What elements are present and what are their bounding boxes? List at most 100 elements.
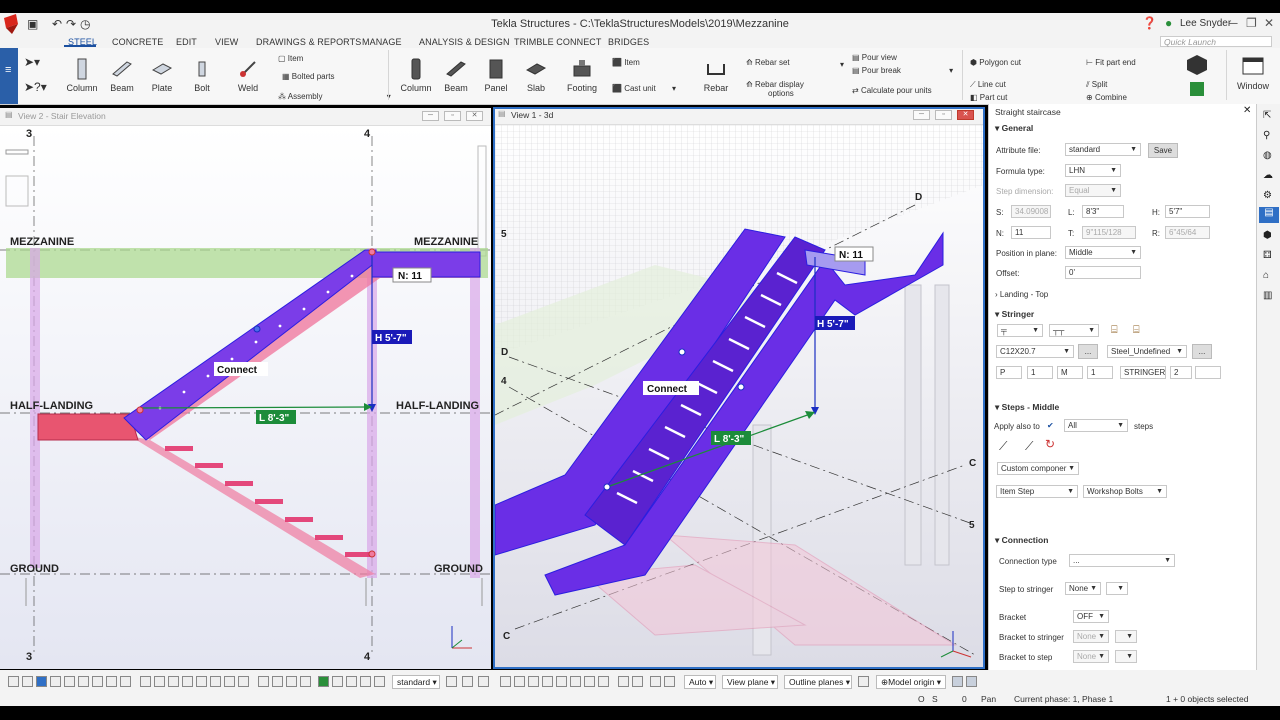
material-browse-button[interactable]: ... [1192, 344, 1212, 359]
step-dimension-select[interactable]: Equal [1065, 184, 1121, 197]
l-field[interactable]: 8'3" [1082, 205, 1124, 218]
prefix-p-field[interactable]: P [996, 366, 1022, 379]
step-to-stringer-select[interactable]: None [1065, 582, 1101, 595]
polygon-cut-button[interactable]: ⬢ Polygon cut [970, 58, 1021, 67]
workshop-bolts-select[interactable]: Workshop Bolts [1083, 485, 1167, 498]
view1-canvas[interactable]: D 5 D 4 C 5 C N: 11 H 5'-7" Connect L 8'… [495, 125, 983, 667]
snap-mode-icon[interactable] [500, 676, 511, 687]
coordinate-icon[interactable] [966, 676, 977, 687]
section-stringer[interactable]: ▾ Stringer [995, 309, 1034, 320]
connect-label[interactable]: Connect [217, 365, 258, 376]
filter-icon[interactable] [462, 676, 473, 687]
snap-tool-icon[interactable] [346, 676, 357, 687]
snap-tool-icon[interactable] [140, 676, 151, 687]
section-steps-middle[interactable]: ▾ Steps - Middle [995, 402, 1059, 413]
select-tool-icon[interactable] [50, 676, 61, 687]
snap-mode-icon[interactable] [542, 676, 553, 687]
bracket-to-step-option-select[interactable] [1115, 650, 1137, 663]
components-icon[interactable]: ⚃ [1263, 250, 1275, 262]
select-tool-icon[interactable] [64, 676, 75, 687]
help-icon[interactable]: ❓ [1142, 16, 1157, 30]
help-query-icon[interactable]: ➤?▾ [24, 80, 47, 94]
l-label[interactable]: L 8'-3" [714, 434, 745, 445]
beam-button[interactable]: Beam [106, 58, 138, 93]
connect-label[interactable]: Connect [647, 384, 688, 395]
cast-unit-button[interactable]: ⬛ Cast unit ▾ [612, 84, 676, 93]
tab-concrete[interactable]: CONCRETE [112, 37, 163, 47]
view2-close-button[interactable]: ✕ [466, 111, 483, 121]
s-field[interactable]: 34.09008 [1011, 205, 1051, 218]
step-to-stringer-option-select[interactable] [1106, 582, 1128, 595]
concrete-beam-button[interactable]: Beam [440, 58, 472, 93]
user-name[interactable]: Lee Snyder [1180, 18, 1231, 29]
column-button[interactable]: Column [66, 58, 98, 93]
snap-mode-icon[interactable] [556, 676, 567, 687]
line-cut-button[interactable]: ⟋ Line cut [970, 80, 1006, 90]
attribute-file-select[interactable]: standard [1065, 143, 1141, 156]
handle-point[interactable] [678, 348, 686, 356]
pour-break-button[interactable]: ▤ Pour break ▾ [852, 66, 953, 75]
cloud-icon[interactable]: ☁ [1263, 170, 1275, 182]
tab-edit[interactable]: EDIT [176, 37, 197, 47]
select-tool-icon[interactable] [22, 676, 33, 687]
calculate-pour-units-button[interactable]: ⇄ Calculate pour units [852, 86, 932, 95]
outline-planes-select[interactable]: Outline planes ▾ [784, 675, 852, 689]
concrete-column-button[interactable]: Column [400, 58, 432, 93]
snap-tool-icon[interactable] [196, 676, 207, 687]
name-field[interactable]: STRINGER [1120, 366, 1166, 379]
handle-point[interactable] [737, 383, 745, 391]
tab-analysis-design[interactable]: ANALYSIS & DESIGN [419, 37, 510, 47]
handle-point[interactable] [136, 406, 144, 414]
section-landing-top[interactable]: › Landing - Top [995, 290, 1048, 299]
n-label[interactable]: N: 11 [839, 250, 863, 261]
column-right[interactable] [470, 248, 480, 578]
prefix-m-field[interactable]: M [1057, 366, 1083, 379]
save-icon[interactable]: ▣ [27, 17, 38, 31]
handle-point[interactable] [368, 550, 376, 558]
snap-tool-icon[interactable] [360, 676, 371, 687]
window-button[interactable]: Window [1234, 56, 1272, 91]
snap-mode-icon[interactable] [528, 676, 539, 687]
panel-button[interactable]: Panel [480, 58, 512, 93]
tag-icon[interactable]: ⌂ [1263, 270, 1275, 282]
assembly-button[interactable]: ⁂ Assembly ▾ [278, 92, 391, 101]
h-label[interactable]: H 5'-7" [817, 319, 849, 330]
material-select[interactable]: Steel_Undefined [1107, 345, 1187, 358]
component-cube-icon[interactable] [1184, 52, 1210, 98]
stringer-layout-icon[interactable]: ⌸ [1111, 324, 1118, 337]
handle-point[interactable] [253, 325, 261, 333]
coordinate-icon[interactable] [952, 676, 963, 687]
snap-mode-icon[interactable] [632, 676, 643, 687]
document-icon[interactable]: ▥ [1263, 290, 1275, 302]
view2-minimize-button[interactable]: ─ [422, 111, 439, 121]
snap-tool-icon[interactable] [258, 676, 269, 687]
snap-tool-icon[interactable] [224, 676, 235, 687]
rebar-button[interactable]: Rebar [700, 58, 732, 93]
concrete-item-button[interactable]: ⬛ Item [612, 58, 640, 67]
view2-maximize-button[interactable]: ▫ [444, 111, 461, 121]
redo-icon[interactable]: ↷ [66, 17, 76, 31]
item-button[interactable]: ▢ Item [278, 54, 303, 63]
globe-icon[interactable]: ◍ [1263, 150, 1275, 162]
panel-close-icon[interactable]: ✕ [1243, 105, 1251, 116]
app-menu-button[interactable]: ≡ [0, 48, 18, 104]
t-field[interactable]: 9"115/128 [1082, 226, 1136, 239]
tab-bridges[interactable]: BRIDGES [608, 37, 649, 47]
bracket-to-stringer-option-select[interactable] [1115, 630, 1137, 643]
snap-mode-icon[interactable] [650, 676, 661, 687]
model-origin-select[interactable]: ⊕Model origin ▾ [876, 675, 946, 689]
handle-point[interactable] [368, 248, 376, 256]
select-tool-icon[interactable] [78, 676, 89, 687]
snap-mode-icon[interactable] [618, 676, 629, 687]
pin-icon[interactable]: ⇱ [1263, 110, 1275, 122]
save-button[interactable]: Save [1148, 143, 1178, 158]
finish-field[interactable] [1195, 366, 1221, 379]
part-cut-button[interactable]: ◧ Part cut [970, 93, 1007, 102]
view-plane-select[interactable]: View plane ▾ [722, 675, 778, 689]
slab-button[interactable]: Slab [520, 58, 552, 93]
position-in-plane-select[interactable]: Middle [1065, 246, 1141, 259]
custom-component-select[interactable]: Custom componer [997, 462, 1079, 475]
offset-field[interactable]: 0' [1065, 266, 1141, 279]
h-field[interactable]: 5'7" [1165, 205, 1210, 218]
step-tool-icon[interactable]: ⟋ [1025, 439, 1033, 454]
